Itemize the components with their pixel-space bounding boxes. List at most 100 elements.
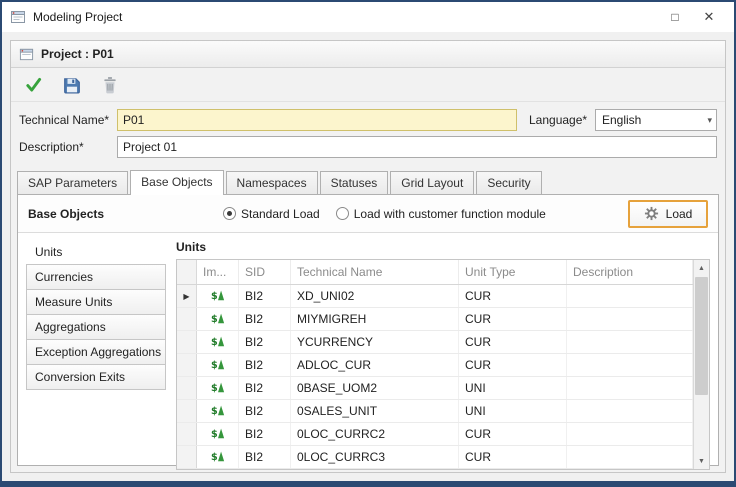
sid-cell: BI2 bbox=[239, 354, 291, 376]
language-label: Language* bbox=[529, 113, 595, 127]
description-cell bbox=[567, 285, 693, 307]
svg-text:$: $ bbox=[211, 313, 218, 324]
currency-icon-cell: $ bbox=[197, 423, 239, 445]
radio-standard-load-label: Standard Load bbox=[241, 207, 320, 221]
svg-text:$: $ bbox=[211, 336, 218, 347]
svg-text:$: $ bbox=[211, 428, 218, 439]
scroll-up-icon[interactable]: ▲ bbox=[694, 260, 709, 276]
column-header-sid[interactable]: SID bbox=[239, 260, 291, 284]
validate-button[interactable] bbox=[23, 74, 45, 96]
load-button[interactable]: Load bbox=[628, 200, 708, 228]
row-selector-cell[interactable] bbox=[177, 400, 197, 422]
technical-name-row: Technical Name* Language* English ▾ bbox=[19, 109, 717, 131]
tab-namespaces[interactable]: Namespaces bbox=[226, 171, 318, 194]
sid-cell: BI2 bbox=[239, 446, 291, 468]
unit-type-cell: CUR bbox=[459, 308, 567, 330]
radio-customer-function-module-label: Load with customer function module bbox=[354, 207, 546, 221]
units-grid-area: Units Im...SIDTechnical NameUnit TypeDes… bbox=[176, 239, 710, 459]
svg-text:$: $ bbox=[211, 451, 218, 462]
maximize-button[interactable]: □ bbox=[658, 4, 692, 30]
table-row[interactable]: $BI2ADLOC_CURCUR bbox=[177, 354, 693, 377]
table-row[interactable]: ▶ $ BI2XD_UNI02CUR bbox=[177, 285, 693, 308]
technical-name-cell: YCURRENCY bbox=[291, 331, 459, 353]
project-groupbox: Project : P01 bbox=[10, 40, 726, 473]
description-cell bbox=[567, 354, 693, 376]
description-input[interactable] bbox=[117, 136, 717, 158]
title-bar: Modeling Project □ ✕ bbox=[2, 2, 734, 32]
trash-icon bbox=[101, 76, 119, 94]
gear-icon bbox=[644, 206, 659, 221]
row-selector-cell[interactable] bbox=[177, 308, 197, 330]
radio-standard-load[interactable]: Standard Load bbox=[223, 207, 320, 221]
tab-security[interactable]: Security bbox=[476, 171, 541, 194]
row-selector-cell[interactable] bbox=[177, 331, 197, 353]
unit-type-cell: CUR bbox=[459, 331, 567, 353]
side-item-exception-aggregations[interactable]: Exception Aggregations bbox=[26, 339, 166, 365]
table-row[interactable]: $BI20LOC_CURRC3CUR bbox=[177, 446, 693, 469]
currency-icon: $ bbox=[211, 334, 225, 351]
row-selector-cell[interactable] bbox=[177, 377, 197, 399]
row-selector-cell[interactable]: ▶ bbox=[177, 285, 197, 307]
sid-cell: BI2 bbox=[239, 285, 291, 307]
table-row[interactable]: $BI20SALES_UNITUNI bbox=[177, 400, 693, 423]
table-row[interactable]: $BI20LOC_CURRC2CUR bbox=[177, 423, 693, 446]
scrollbar-thumb[interactable] bbox=[695, 277, 708, 395]
sid-cell: BI2 bbox=[239, 331, 291, 353]
row-selector-cell[interactable] bbox=[177, 446, 197, 468]
technical-name-cell: 0SALES_UNIT bbox=[291, 400, 459, 422]
language-select[interactable]: English ▾ bbox=[595, 109, 717, 131]
technical-name-label: Technical Name* bbox=[19, 113, 117, 127]
description-cell bbox=[567, 331, 693, 353]
technical-name-cell: XD_UNI02 bbox=[291, 285, 459, 307]
row-selector-cell[interactable] bbox=[177, 354, 197, 376]
close-button[interactable]: ✕ bbox=[692, 4, 726, 30]
tab-statuses[interactable]: Statuses bbox=[320, 171, 389, 194]
dialog-body: Project : P01 bbox=[2, 32, 734, 481]
currency-icon-cell: $ bbox=[197, 308, 239, 330]
load-button-label: Load bbox=[666, 207, 693, 221]
column-header-technical-name[interactable]: Technical Name bbox=[291, 260, 459, 284]
toolbar bbox=[11, 68, 725, 102]
currency-icon: $ bbox=[211, 288, 225, 305]
window-title: Modeling Project bbox=[33, 10, 122, 24]
table-row[interactable]: $ BI2YCURRENCYCUR bbox=[177, 331, 693, 354]
technical-name-cell: 0LOC_CURRC3 bbox=[291, 446, 459, 468]
vertical-scrollbar[interactable]: ▲ ▼ bbox=[693, 260, 709, 469]
units-grid-title: Units bbox=[176, 239, 710, 259]
tab-base-objects[interactable]: Base Objects bbox=[130, 170, 223, 195]
side-item-units[interactable]: Units bbox=[26, 239, 166, 265]
table-row[interactable]: $BI20BASE_UOM2UNI bbox=[177, 377, 693, 400]
sid-cell: BI2 bbox=[239, 423, 291, 445]
base-objects-title: Base Objects bbox=[28, 207, 223, 221]
floppy-disk-icon bbox=[63, 76, 81, 94]
save-button[interactable] bbox=[61, 74, 83, 96]
technical-name-input[interactable] bbox=[117, 109, 517, 131]
column-header-unit-type[interactable]: Unit Type bbox=[459, 260, 567, 284]
units-grid-main: Im...SIDTechnical NameUnit TypeDescripti… bbox=[177, 260, 693, 469]
currency-icon-cell: $ bbox=[197, 377, 239, 399]
table-row[interactable]: $BI2MIYMIGREHCUR bbox=[177, 308, 693, 331]
base-objects-content: UnitsCurrenciesMeasure UnitsAggregations… bbox=[18, 233, 718, 465]
description-cell bbox=[567, 377, 693, 399]
currency-icon: $ bbox=[211, 311, 225, 328]
description-cell bbox=[567, 308, 693, 330]
side-item-currencies[interactable]: Currencies bbox=[26, 264, 166, 290]
tab-grid-layout[interactable]: Grid Layout bbox=[390, 171, 474, 194]
sid-cell: BI2 bbox=[239, 400, 291, 422]
project-icon bbox=[19, 47, 34, 62]
description-row: Description* bbox=[19, 136, 717, 158]
delete-button[interactable] bbox=[99, 74, 121, 96]
unit-type-cell: CUR bbox=[459, 285, 567, 307]
currency-icon-cell: $ bbox=[197, 285, 239, 307]
radio-selected-icon bbox=[223, 207, 236, 220]
side-item-aggregations[interactable]: Aggregations bbox=[26, 314, 166, 340]
side-item-measure-units[interactable]: Measure Units bbox=[26, 289, 166, 315]
column-header-description[interactable]: Description bbox=[567, 260, 693, 284]
project-header-title: Project : P01 bbox=[41, 47, 114, 61]
row-selector-cell[interactable] bbox=[177, 423, 197, 445]
radio-customer-function-module[interactable]: Load with customer function module bbox=[336, 207, 546, 221]
column-header-im[interactable]: Im... bbox=[197, 260, 239, 284]
tab-sap-parameters[interactable]: SAP Parameters bbox=[17, 171, 128, 194]
side-item-conversion-exits[interactable]: Conversion Exits bbox=[26, 364, 166, 390]
scroll-down-icon[interactable]: ▼ bbox=[694, 453, 709, 469]
